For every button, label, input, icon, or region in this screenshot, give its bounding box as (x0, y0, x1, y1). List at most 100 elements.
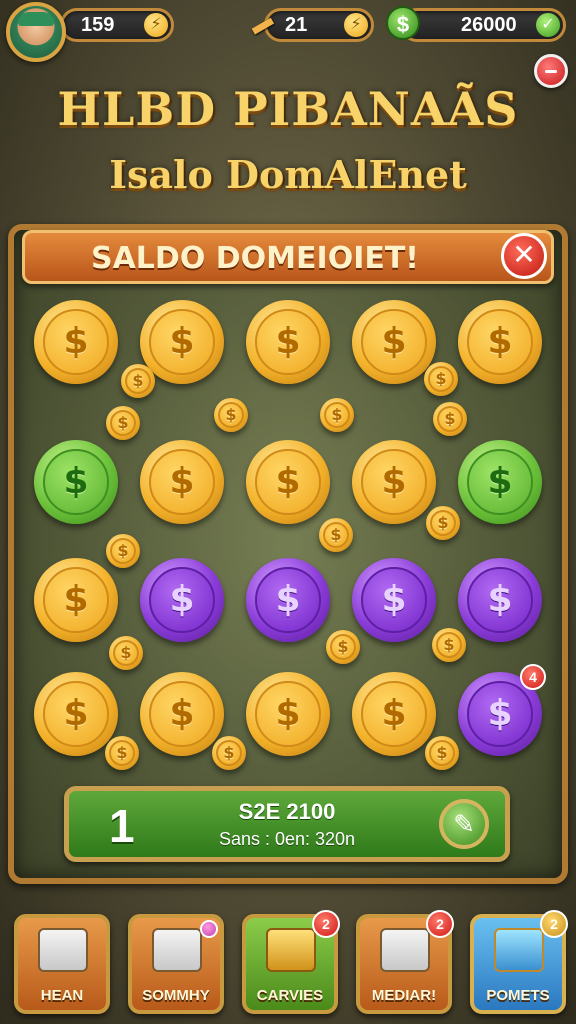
coin-counter[interactable]: 159 ⚡ (60, 8, 174, 42)
dollar-icon: $ (149, 681, 215, 747)
coin-count-badge: 4 (520, 664, 546, 690)
cash-register-icon (152, 928, 202, 972)
small-coin[interactable]: $ (214, 398, 248, 432)
dollar-icon: $ (329, 633, 357, 661)
coin-gold[interactable]: $ (34, 558, 118, 642)
small-coin[interactable]: $ (106, 406, 140, 440)
paper-stack-icon (38, 928, 88, 972)
dollar-icon: $ (361, 681, 427, 747)
coin-gold[interactable]: $ (246, 300, 330, 384)
coin-purple[interactable]: $ (352, 558, 436, 642)
dollar-icon: $ (322, 521, 350, 549)
coin-green[interactable]: $ (458, 440, 542, 524)
dollar-icon: $ (467, 681, 533, 747)
dollar-icon: $ (361, 449, 427, 515)
top-hud: 159 ⚡ ▬ 21 ⚡ 26000 ✓ $ (0, 0, 576, 62)
dollar-icon: $ (149, 449, 215, 515)
score-panel: 1 S2E 2100 Sans : 0en: 320n ✎ (64, 786, 510, 862)
dollar-icon: $ (255, 449, 321, 515)
small-coin[interactable]: $ (319, 518, 353, 552)
dollar-icon: $ (255, 567, 321, 633)
coin-gold[interactable]: $ (458, 300, 542, 384)
dollar-icon: $ (435, 631, 463, 659)
coin-gold[interactable]: $ (352, 672, 436, 756)
dollar-icon: $ (43, 681, 109, 747)
edit-icon[interactable]: ✎ (439, 799, 489, 849)
dollar-icon: $ (215, 739, 243, 767)
player-avatar[interactable] (6, 2, 66, 62)
small-coin[interactable]: $ (426, 506, 460, 540)
coin-count: 159 (81, 14, 115, 36)
lightning-coin-icon: ⚡ (144, 13, 168, 37)
dollar-icon: $ (323, 401, 351, 429)
cash-count: 26000 (461, 14, 517, 36)
dollar-icon: $ (255, 681, 321, 747)
small-coin[interactable]: $ (212, 736, 246, 770)
game-subtitle: Isalo DomAlEnet (109, 152, 467, 197)
coin-purple[interactable]: $ (246, 558, 330, 642)
nav-carvies[interactable]: 2 CARVIES (242, 910, 340, 1014)
small-coin[interactable]: $ (424, 362, 458, 396)
nav-hean[interactable]: HEAN (14, 914, 110, 1014)
nav-mediar[interactable]: 2 MEDIAR! (356, 910, 454, 1014)
dollar-icon: $ (217, 401, 245, 429)
ticket-count: 21 (285, 14, 308, 36)
game-title: HLBD PIBANAÃS (57, 82, 519, 136)
coin-gold[interactable]: $ (246, 440, 330, 524)
dollar-icon: $ (255, 309, 321, 375)
nav-label: HEAN (40, 987, 84, 1004)
dollar-icon: $ (467, 567, 533, 633)
cash-counter[interactable]: 26000 ✓ (400, 8, 566, 42)
nav-label: CARVIES (256, 987, 324, 1004)
nav-sommhy[interactable]: SOMMHY (128, 914, 224, 1014)
small-coin[interactable]: $ (109, 636, 143, 670)
dollar-icon: $ (124, 367, 152, 395)
small-coin[interactable]: $ (105, 736, 139, 770)
dollar-icon: $ (112, 639, 140, 667)
dollar-icon: $ (467, 449, 533, 515)
coin-gold[interactable]: $ (34, 672, 118, 756)
small-coin[interactable]: $ (425, 736, 459, 770)
nav-label: POMETS (486, 987, 550, 1004)
dollar-icon: $ (109, 537, 137, 565)
coin-gold[interactable]: $ (352, 440, 436, 524)
coin-gold[interactable]: $ (140, 672, 224, 756)
dollar-icon: $ (428, 739, 456, 767)
close-button[interactable]: ✕ (501, 233, 547, 279)
nav-label: SOMMHY (142, 987, 210, 1004)
coin-gold[interactable]: $ (352, 300, 436, 384)
coin-gold[interactable]: $ (34, 300, 118, 384)
lightning-ticket-icon: ⚡ (344, 13, 368, 37)
dollar-icon: $ (149, 309, 215, 375)
dollar-icon: $ (43, 309, 109, 375)
dollar-icon: $ (361, 309, 427, 375)
small-coin[interactable]: $ (326, 630, 360, 664)
small-coin[interactable]: $ (106, 534, 140, 568)
dollar-icon: $ (43, 449, 109, 515)
dollar-icon: $ (149, 567, 215, 633)
coin-green[interactable]: $ (34, 440, 118, 524)
dollar-icon: $ (436, 405, 464, 433)
coin-gold[interactable]: $ (246, 672, 330, 756)
coin-gold[interactable]: $ (140, 440, 224, 524)
notification-dot (200, 920, 218, 938)
nav-pomets[interactable]: 2 POMETS (470, 910, 568, 1014)
spatula-icon (380, 928, 430, 972)
crate-icon (494, 928, 544, 972)
coin-purple[interactable]: $ (458, 558, 542, 642)
nav-label: MEDIAR! (371, 987, 437, 1004)
nav-badge: 2 (540, 910, 568, 938)
small-coin[interactable]: $ (432, 628, 466, 662)
small-coin[interactable]: $ (320, 398, 354, 432)
dollar-icon: $ (427, 365, 455, 393)
gold-bars-icon (266, 928, 316, 972)
bottom-nav: HEAN SOMMHY 2 CARVIES 2 MEDIAR! 2 POMETS (0, 910, 576, 1020)
dollar-icon: $ (361, 567, 427, 633)
dollar-icon: $ (109, 409, 137, 437)
small-coin[interactable]: $ (121, 364, 155, 398)
small-coin[interactable]: $ (433, 402, 467, 436)
banner-title: SALDO DOMEIOIET! (90, 241, 419, 276)
dollar-icon: $ (429, 509, 457, 537)
coin-purple[interactable]: $ (140, 558, 224, 642)
nav-badge: 2 (426, 910, 454, 938)
